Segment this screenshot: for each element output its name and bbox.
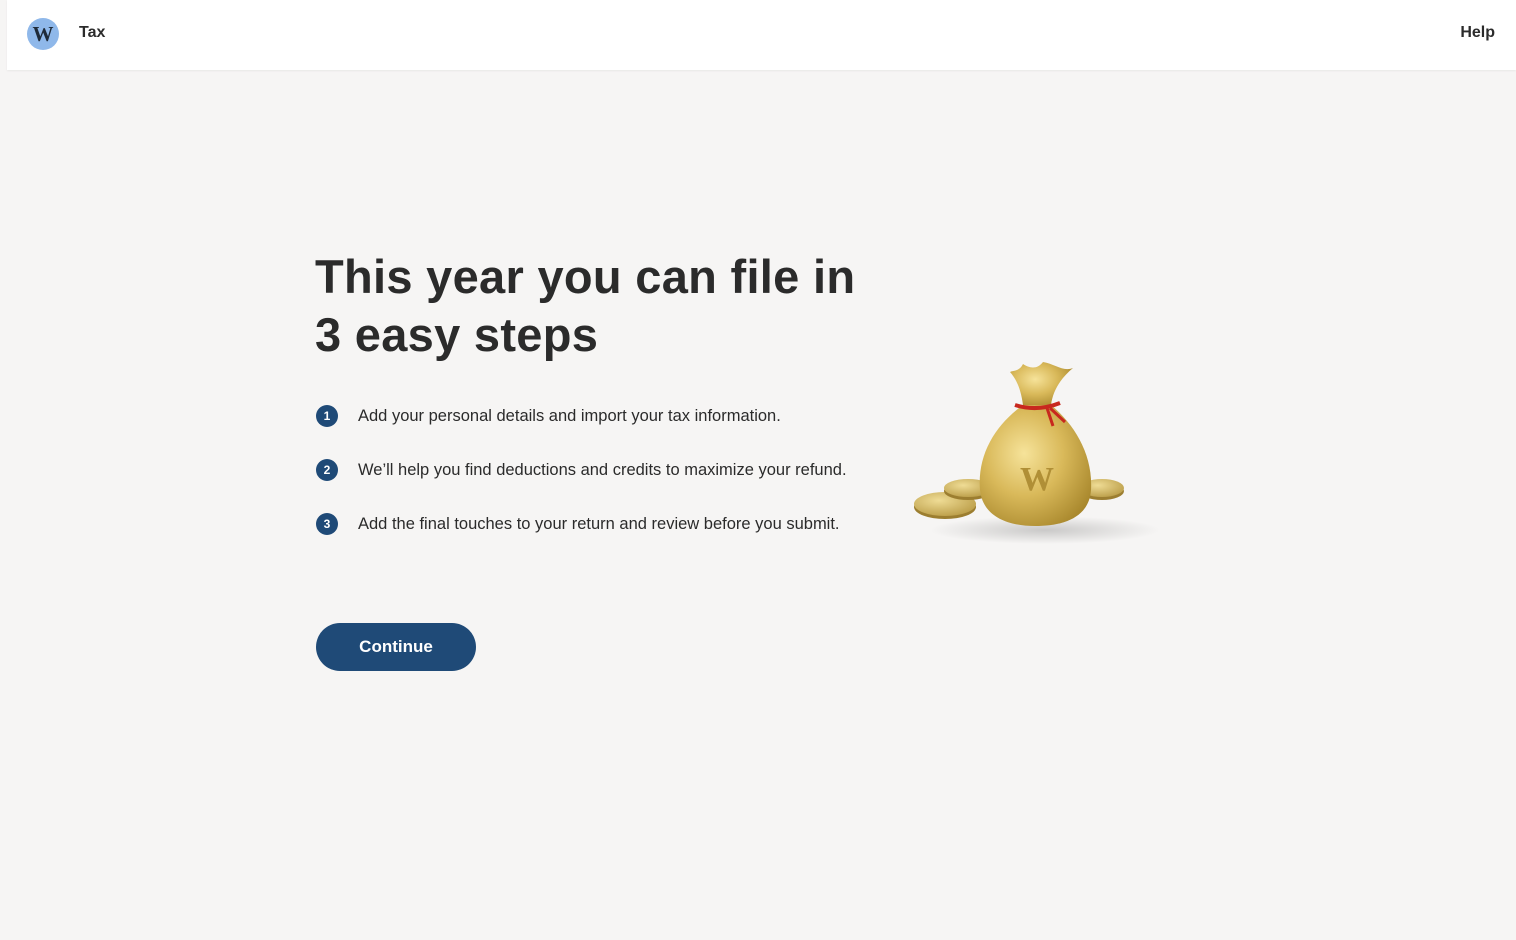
money-bag-with-coins-icon: W: [914, 362, 1160, 544]
step-number-badge: 2: [316, 459, 338, 481]
app-title: Tax: [79, 24, 106, 41]
top-bar: W Tax Help: [7, 0, 1516, 70]
step-text: We’ll help you find deductions and credi…: [358, 461, 847, 479]
continue-button[interactable]: Continue: [316, 623, 476, 671]
wealthsimple-logo[interactable]: W: [27, 18, 59, 50]
help-link[interactable]: Help: [1460, 24, 1495, 42]
step-text: Add your personal details and import you…: [358, 407, 781, 425]
step-number-badge: 3: [316, 513, 338, 535]
page-title: This year you can file in 3 easy steps: [315, 250, 856, 361]
bag-monogram: W: [1020, 461, 1054, 498]
step-item: 2 We’ll help you find deductions and cre…: [316, 459, 876, 513]
step-item: 1 Add your personal details and import y…: [316, 405, 876, 459]
step-item: 3 Add the final touches to your return a…: [316, 513, 876, 567]
step-number-badge: 1: [316, 405, 338, 427]
step-text: Add the final touches to your return and…: [358, 515, 840, 533]
steps-list: 1 Add your personal details and import y…: [316, 405, 876, 567]
